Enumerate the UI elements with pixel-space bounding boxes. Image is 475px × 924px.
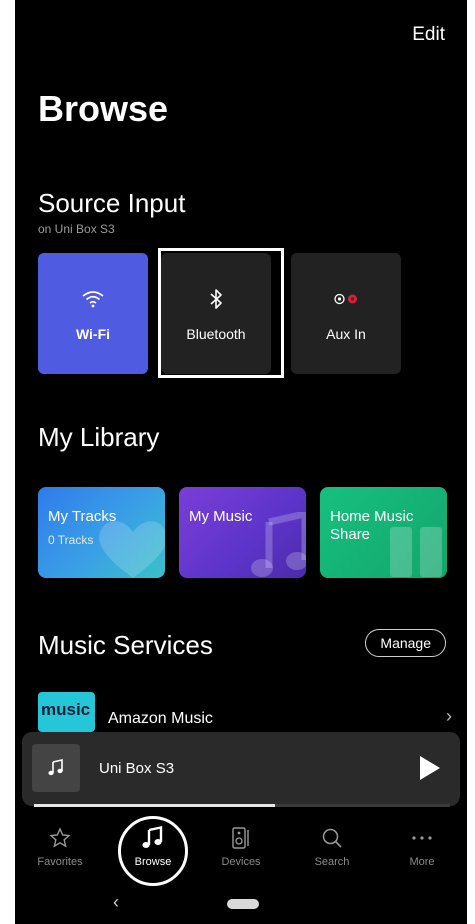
- page-title: Browse: [38, 88, 169, 129]
- wifi-icon: [82, 286, 104, 312]
- library-tile-label: My Tracks: [48, 508, 117, 525]
- nav-label: More: [409, 856, 435, 868]
- home-pill[interactable]: [227, 899, 259, 909]
- nav-label: Search: [314, 856, 350, 868]
- library-tile-label: My Music: [189, 508, 253, 525]
- chevron-right-icon: ›: [446, 706, 452, 726]
- nav-label: Favorites: [37, 856, 83, 868]
- service-row-amazon-music[interactable]: music Amazon Music ›: [38, 692, 452, 736]
- music-services-title: Music Services: [38, 630, 213, 660]
- manage-button[interactable]: Manage: [365, 629, 446, 657]
- now-playing-art: [32, 744, 80, 792]
- bottom-nav: Favorites Browse Devices Search More: [15, 812, 467, 876]
- more-icon: [377, 822, 467, 854]
- edit-button[interactable]: Edit: [412, 24, 445, 46]
- library-title: My Library: [38, 422, 160, 452]
- back-icon[interactable]: ‹: [113, 892, 119, 913]
- selected-highlight: [158, 248, 284, 378]
- source-tile-wifi[interactable]: Wi-Fi: [38, 253, 148, 374]
- speaker-icon: [196, 822, 286, 854]
- library-tile-label: Home Music Share: [330, 508, 414, 543]
- library-tile-count: 0 Tracks: [48, 533, 94, 547]
- search-icon: [287, 822, 377, 854]
- library-tile-my-music[interactable]: My Music: [179, 487, 306, 578]
- music-note-icon: [48, 759, 63, 776]
- nav-label: Browse: [134, 856, 172, 868]
- app-screen: Edit Browse Source Input on Uni Box S3 W…: [15, 0, 467, 924]
- nav-favorites[interactable]: Favorites: [15, 812, 105, 868]
- source-input-subtitle: on Uni Box S3: [38, 222, 115, 236]
- nav-more[interactable]: More: [377, 812, 467, 868]
- nav-devices[interactable]: Devices: [196, 812, 286, 868]
- source-tile-aux[interactable]: Aux In: [291, 253, 401, 374]
- nav-browse[interactable]: Browse: [108, 812, 198, 868]
- amazon-music-logo: music: [38, 692, 95, 732]
- system-nav-bar: ‹: [15, 886, 467, 924]
- star-icon: [15, 822, 105, 854]
- play-icon[interactable]: [418, 754, 442, 782]
- nav-label: Devices: [221, 856, 261, 868]
- library-tile-home-music-share[interactable]: Home Music Share: [320, 487, 447, 578]
- music-note-icon: [251, 512, 306, 577]
- service-name: Amazon Music: [108, 710, 213, 727]
- aux-icon: [333, 286, 359, 312]
- mini-player[interactable]: Uni Box S3: [22, 732, 460, 806]
- playback-progress-fill: [34, 804, 276, 807]
- now-playing-device: Uni Box S3: [99, 760, 175, 777]
- nav-search[interactable]: Search: [287, 812, 377, 868]
- library-tile-my-tracks[interactable]: My Tracks 0 Tracks: [38, 487, 165, 578]
- source-tile-label: Wi-Fi: [75, 325, 111, 342]
- source-input-title: Source Input: [38, 188, 186, 218]
- playback-progress[interactable]: [34, 804, 450, 807]
- source-tile-label: Aux In: [326, 325, 366, 342]
- music-note-icon: [108, 822, 198, 854]
